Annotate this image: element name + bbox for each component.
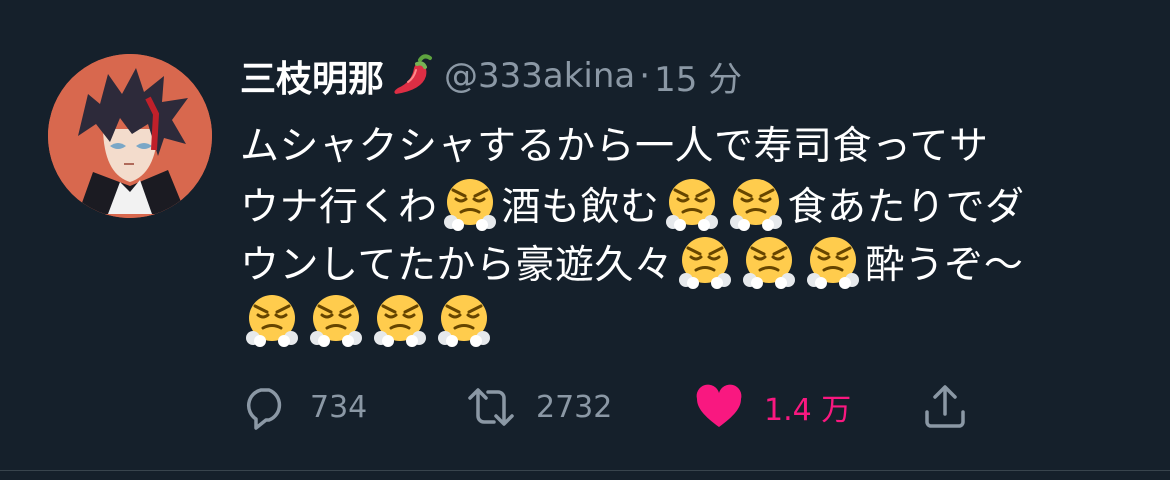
face-with-steam-from-nose-icon <box>728 176 784 232</box>
text-segment: ウンしてたから豪遊久々 <box>240 243 674 288</box>
tweet-line-1: ムシャクシャするから一人で寿司食ってサ <box>240 118 1140 176</box>
retweet-count: 2732 <box>536 389 613 425</box>
face-with-steam-from-nose-icon <box>308 292 364 348</box>
text-segment: 食あたりでダ <box>787 185 1025 230</box>
separator-dot: · <box>639 56 651 96</box>
retweet-button[interactable]: 2732 <box>466 380 612 434</box>
like-button[interactable]: 1.4 万 <box>694 380 851 434</box>
face-with-steam-from-nose-icon <box>664 176 720 232</box>
tweet-text: ムシャクシャするから一人で寿司食ってサ ウナ行くわ 酒も飲む 食あたりでダ ウンして… <box>240 118 1140 350</box>
tweet-header: 三枝明那 @333akina · 15 分 <box>240 50 742 102</box>
face-with-steam-from-nose-icon <box>244 292 300 348</box>
face-with-steam-from-nose-icon <box>805 234 861 290</box>
divider <box>0 470 1170 471</box>
display-name[interactable]: 三枝明那 <box>240 50 384 102</box>
text-segment: 酒も飲む <box>501 185 660 230</box>
tweet-actions: 734 2732 1.4 万 <box>240 380 1000 434</box>
heart-icon <box>696 384 742 427</box>
hot-pepper-icon <box>390 52 436 100</box>
like-count: 1.4 万 <box>764 393 852 428</box>
face-with-steam-from-nose-icon <box>741 234 797 290</box>
tweet-line-3: ウンしてたから豪遊久々 酔うぞ〜 <box>240 234 1140 292</box>
tweet-line-2: ウナ行くわ 酒も飲む 食あたりでダ <box>240 176 1140 234</box>
avatar[interactable] <box>48 54 212 218</box>
face-with-steam-from-nose-icon <box>677 234 733 290</box>
text-segment: 酔うぞ〜 <box>865 243 1024 288</box>
reply-button[interactable]: 734 <box>240 380 367 434</box>
text-segment: ウナ行くわ <box>240 185 438 230</box>
retweet-icon <box>468 388 514 426</box>
face-with-steam-from-nose-icon <box>436 292 492 348</box>
tweet-line-4 <box>240 292 1140 350</box>
reply-icon <box>246 388 282 430</box>
reply-count: 734 <box>310 389 368 425</box>
tweet[interactable]: 三枝明那 @333akina · 15 分 ムシャクシャするから一人で寿司食って… <box>0 0 1170 480</box>
text-segment: ムシャクシャするから一人で寿司食ってサ <box>240 124 989 169</box>
avatar-portrait-icon <box>48 54 212 218</box>
face-with-steam-from-nose-icon <box>442 176 498 232</box>
timestamp[interactable]: 15 分 <box>654 52 742 101</box>
share-button[interactable] <box>920 380 970 434</box>
user-handle[interactable]: @333akina <box>444 56 635 96</box>
face-with-steam-from-nose-icon <box>372 292 428 348</box>
share-icon <box>925 385 965 428</box>
